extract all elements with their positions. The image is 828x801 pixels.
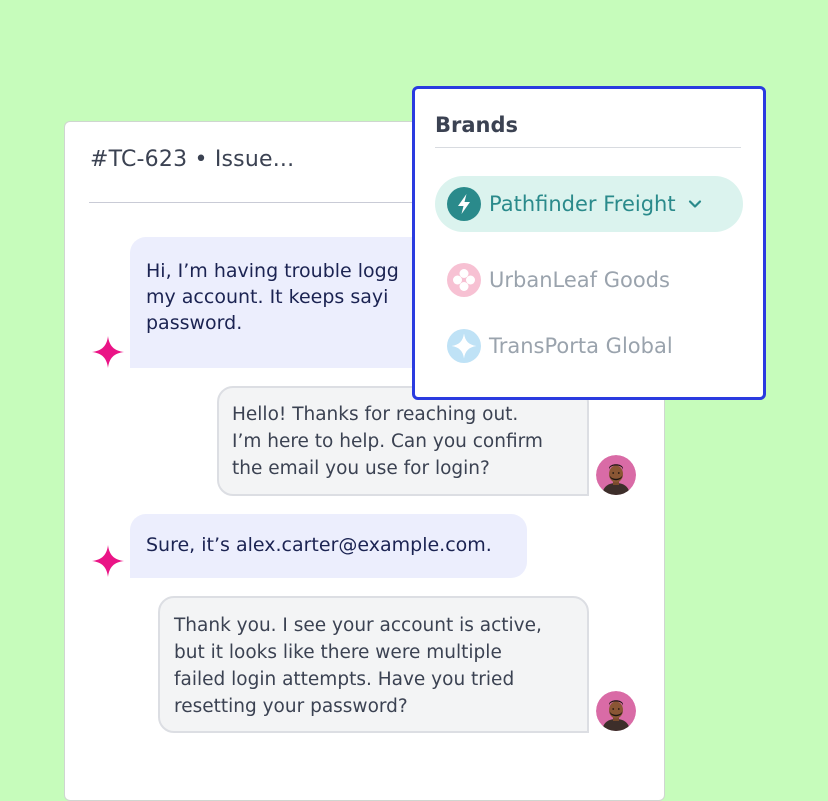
star-icon	[447, 329, 481, 363]
agent-avatar	[596, 455, 636, 495]
message-line: but it looks like there were multiple	[174, 642, 502, 663]
brand-label: TransPorta Global	[489, 334, 673, 358]
user-message: Hi, I’m having trouble logg my account. …	[130, 237, 460, 368]
user-message: Sure, it’s alex.carter@example.com.	[130, 514, 527, 578]
ticket-title: #TC-623 • Issue...	[90, 147, 295, 172]
flower-icon	[447, 263, 481, 297]
brand-label: Pathfinder Freight	[489, 192, 676, 216]
brands-dropdown-panel: Brands Pathfinder Freight UrbanLeaf Good…	[412, 86, 766, 400]
message-line: resetting your password?	[174, 696, 408, 717]
message-line: Thank you. I see your account is active,	[174, 615, 542, 636]
brand-item-pathfinder-freight[interactable]: Pathfinder Freight	[435, 176, 743, 232]
brands-heading: Brands	[435, 113, 519, 137]
message-line: I’m here to help. Can you confirm	[232, 431, 543, 452]
message-line: Sure, it’s alex.carter@example.com.	[146, 534, 492, 556]
agent-message: Hello! Thanks for reaching out. I’m here…	[217, 386, 589, 496]
brand-item-urbanleaf-goods[interactable]: UrbanLeaf Goods	[435, 252, 670, 308]
agent-avatar	[596, 691, 636, 731]
agent-message: Thank you. I see your account is active,…	[158, 596, 589, 733]
brands-divider	[435, 147, 741, 148]
message-line: Hi, I’m having trouble logg	[146, 260, 399, 282]
chevron-down-icon[interactable]	[686, 195, 704, 213]
brand-label: UrbanLeaf Goods	[489, 268, 670, 292]
sparkle-icon	[92, 336, 124, 368]
message-line: failed login attempts. Have you tried	[174, 669, 515, 690]
brand-item-transporta-global[interactable]: TransPorta Global	[435, 318, 673, 374]
message-line: password.	[146, 312, 243, 334]
message-line: my account. It keeps sayi	[146, 286, 389, 308]
message-line: Hello! Thanks for reaching out.	[232, 404, 519, 425]
lightning-icon	[447, 187, 481, 221]
sparkle-icon	[92, 545, 124, 577]
message-line: the email you use for login?	[232, 458, 490, 479]
